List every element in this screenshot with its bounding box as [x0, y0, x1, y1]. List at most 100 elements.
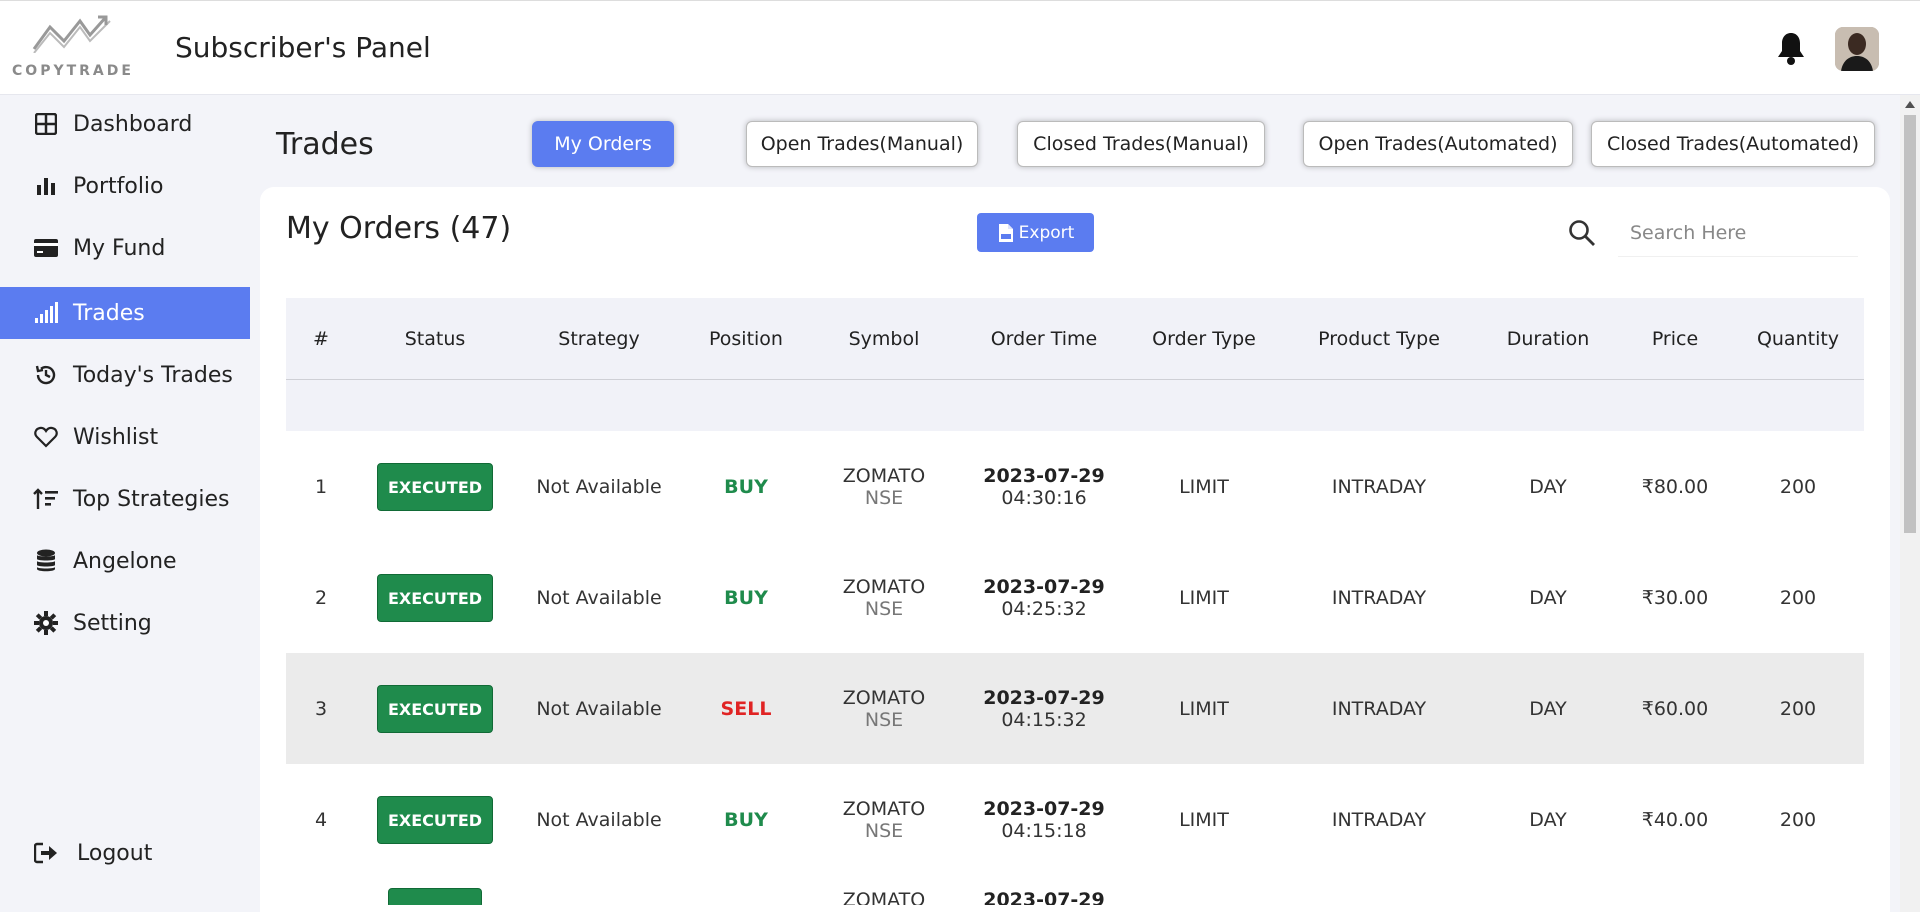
- table-row[interactable]: 4 EXECUTED Not Available BUY ZOMATO NSE 2…: [286, 764, 1864, 875]
- table-header: # Status Strategy Position Symbol Order …: [286, 298, 1864, 380]
- signal-icon: [33, 300, 59, 326]
- export-label: Export: [1018, 222, 1075, 243]
- logout-icon: [33, 840, 59, 866]
- price-cell: ₹60.00: [1641, 697, 1709, 720]
- symbol-exchange: NSE: [864, 486, 904, 509]
- quantity-cell: 200: [1779, 697, 1817, 720]
- order-time-cell: 2023-07-29 04:30:16: [960, 465, 1128, 509]
- logo-text: COPYTRADE: [12, 63, 134, 79]
- scroll-up-arrow-icon[interactable]: [1905, 101, 1915, 108]
- table-row[interactable]: 2 EXECUTED Not Available BUY ZOMATO NSE 2…: [286, 542, 1864, 653]
- price-cell: ₹40.00: [1641, 808, 1709, 831]
- tab-closed-trades-manual[interactable]: Closed Trades(Manual): [1017, 121, 1265, 167]
- sort-amount-up-icon: [33, 486, 59, 512]
- strategy-cell: Not Available: [536, 586, 662, 609]
- status-badge: EXECUTED: [376, 684, 494, 733]
- strategy-cell: Not Available: [536, 697, 662, 720]
- gear-icon: [33, 610, 59, 636]
- column-header-product-type[interactable]: Product Type: [1280, 328, 1478, 350]
- logout-button[interactable]: Logout: [33, 840, 152, 866]
- position-cell: BUY: [724, 475, 768, 498]
- quantity-cell: 200: [1779, 586, 1817, 609]
- tab-closed-trades-automated[interactable]: Closed Trades(Automated): [1591, 121, 1875, 167]
- scrollbar-thumb[interactable]: [1904, 115, 1916, 533]
- column-header-duration[interactable]: Duration: [1478, 328, 1618, 350]
- database-icon: [33, 548, 59, 574]
- sidebar-item-top-strategies[interactable]: Top Strategies: [0, 473, 250, 525]
- symbol-cell: ZOMATO NSE: [808, 465, 960, 509]
- order-type-cell: LIMIT: [1179, 697, 1229, 720]
- column-header-price[interactable]: Price: [1618, 328, 1732, 350]
- status-badge: EXECUTED: [376, 573, 494, 622]
- sidebar-item-dashboard[interactable]: Dashboard: [0, 98, 250, 150]
- sidebar-item-setting[interactable]: Setting: [0, 597, 250, 649]
- status-badge: EXECUTED: [376, 795, 494, 844]
- panel-title: Subscriber's Panel: [175, 31, 431, 64]
- search-icon[interactable]: [1568, 219, 1596, 247]
- sidebar-item-label: Wishlist: [73, 424, 159, 450]
- price-cell: ₹80.00: [1641, 475, 1709, 498]
- sidebar-item-portfolio[interactable]: Portfolio: [0, 160, 250, 212]
- sidebar-item-label: Angelone: [73, 548, 177, 574]
- search-input[interactable]: [1618, 209, 1858, 257]
- column-header-order-time[interactable]: Order Time: [960, 328, 1128, 350]
- duration-cell: DAY: [1529, 475, 1567, 498]
- status-badge: [387, 888, 483, 905]
- history-icon: [33, 362, 59, 388]
- status-badge: EXECUTED: [376, 462, 494, 511]
- symbol-cell: ZOMATO NSE: [808, 576, 960, 620]
- duration-cell: DAY: [1529, 808, 1567, 831]
- row-number: 1: [314, 475, 328, 498]
- sidebar-item-label: Setting: [73, 610, 152, 636]
- order-type-cell: LIMIT: [1179, 808, 1229, 831]
- product-type-cell: INTRADAY: [1331, 697, 1427, 720]
- grid-icon: [33, 111, 59, 137]
- sidebar-item-wishlist[interactable]: Wishlist: [0, 411, 250, 463]
- tab-open-trades-manual[interactable]: Open Trades(Manual): [746, 121, 978, 167]
- order-time-cell: 2023-07-29 04:25:32: [960, 576, 1128, 620]
- column-header-position[interactable]: Position: [684, 328, 808, 350]
- product-type-cell: INTRADAY: [1331, 586, 1427, 609]
- duration-cell: DAY: [1529, 697, 1567, 720]
- sidebar-item-label: Portfolio: [73, 173, 164, 199]
- tab-open-trades-automated[interactable]: Open Trades(Automated): [1303, 121, 1573, 167]
- column-header-quantity[interactable]: Quantity: [1732, 328, 1864, 350]
- sidebar-item-trades[interactable]: Trades: [0, 287, 250, 339]
- table-row[interactable]: 1 EXECUTED Not Available BUY ZOMATO NSE 2…: [286, 431, 1864, 542]
- symbol-name: ZOMATO: [842, 797, 926, 820]
- price-cell: ₹30.00: [1641, 586, 1709, 609]
- column-header-status[interactable]: Status: [356, 328, 514, 350]
- order-time: 04:25:32: [1001, 597, 1087, 620]
- sidebar-item-todays-trades[interactable]: Today's Trades: [0, 349, 250, 401]
- credit-card-icon: [33, 235, 59, 261]
- export-button[interactable]: Export: [977, 213, 1094, 252]
- symbol-name: ZOMATO: [842, 464, 926, 487]
- order-time: 04:30:16: [1001, 486, 1087, 509]
- table-row[interactable]: ZOMATO 2023-07-29: [286, 875, 1864, 905]
- sidebar-item-label: Dashboard: [73, 111, 193, 137]
- table-row[interactable]: 3 EXECUTED Not Available SELL ZOMATO NSE …: [286, 653, 1864, 764]
- symbol-exchange: NSE: [864, 819, 904, 842]
- symbol-cell: ZOMATO NSE: [808, 798, 960, 842]
- product-type-cell: INTRADAY: [1331, 808, 1427, 831]
- tab-my-orders[interactable]: My Orders: [532, 121, 674, 167]
- column-header-number[interactable]: #: [286, 328, 356, 350]
- sidebar-item-label: Today's Trades: [73, 362, 233, 388]
- column-header-strategy[interactable]: Strategy: [514, 328, 684, 350]
- quantity-cell: 200: [1779, 808, 1817, 831]
- page-scrollbar[interactable]: [1900, 95, 1920, 912]
- sidebar-item-angelone[interactable]: Angelone: [0, 535, 250, 587]
- order-date: 2023-07-29: [983, 464, 1105, 487]
- column-header-order-type[interactable]: Order Type: [1128, 328, 1280, 350]
- sidebar-item-label: Top Strategies: [73, 486, 230, 512]
- bell-icon[interactable]: [1776, 31, 1806, 65]
- sidebar-item-my-fund[interactable]: My Fund: [0, 222, 250, 274]
- csv-file-icon: [998, 223, 1013, 242]
- column-header-symbol[interactable]: Symbol: [808, 328, 960, 350]
- avatar[interactable]: [1835, 27, 1879, 71]
- page-title: Trades: [276, 127, 374, 162]
- strategy-cell: Not Available: [536, 475, 662, 498]
- sidebar-item-label: Trades: [73, 300, 145, 326]
- copytrade-logo[interactable]: COPYTRADE: [12, 13, 134, 79]
- order-time-cell: 2023-07-29 04:15:18: [960, 798, 1128, 842]
